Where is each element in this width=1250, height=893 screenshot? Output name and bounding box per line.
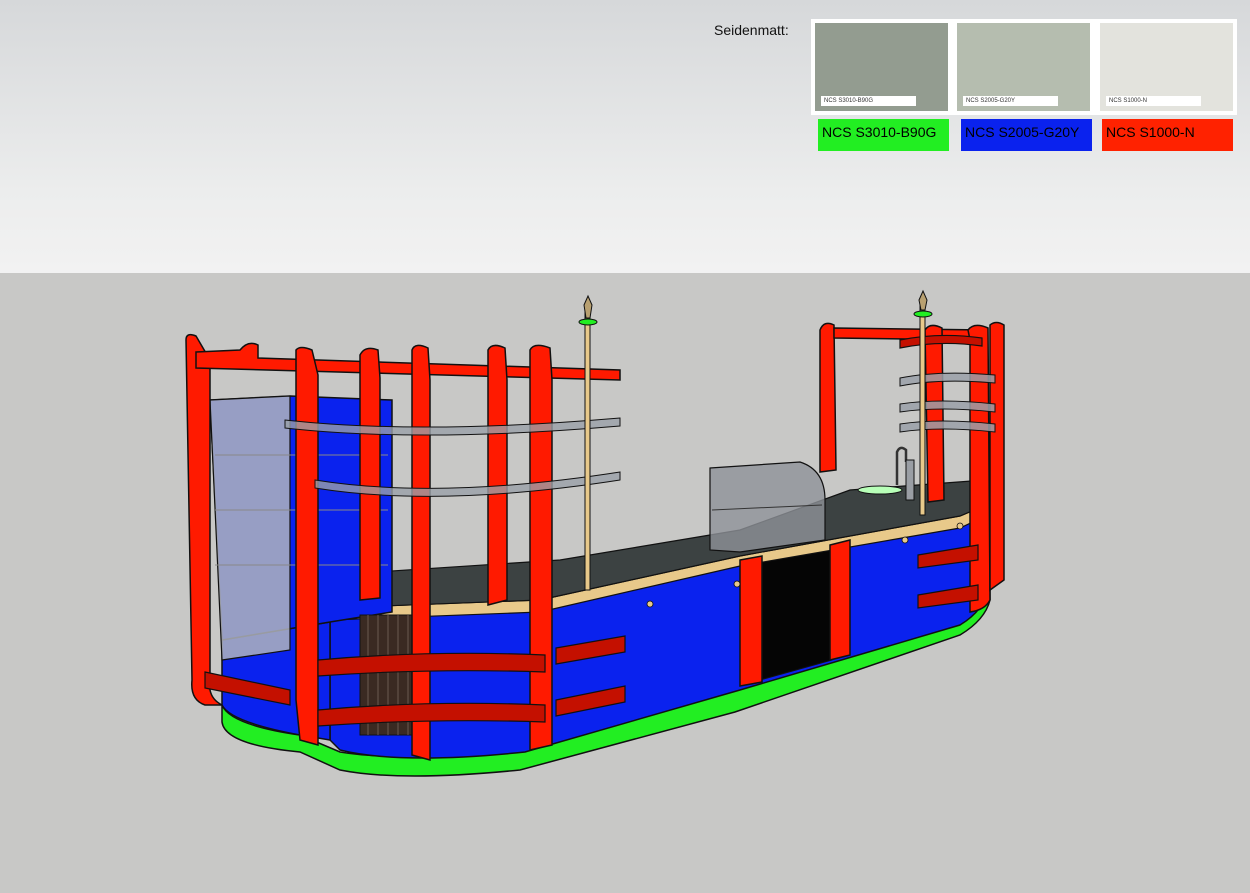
code-label-s3010: NCS S3010-B90G	[818, 119, 949, 151]
door-opening	[759, 545, 833, 681]
swatch-s2005: NCS S2005-G20Y	[957, 23, 1090, 111]
pole-left	[578, 294, 598, 591]
code-label-s2005: NCS S2005-G20Y	[961, 119, 1092, 151]
swatch-s3010: NCS S3010-B90G	[815, 23, 948, 111]
faucet	[895, 446, 908, 485]
glass-shelves-right	[899, 372, 996, 433]
legend-title: Seidenmatt:	[714, 22, 789, 38]
swatch-panel: NCS S3010-B90G NCS S2005-G20Y NCS S1000-…	[811, 19, 1237, 115]
swatch-s1000: NCS S1000-N	[1100, 23, 1233, 111]
swatch-label: NCS S2005-G20Y	[963, 96, 1058, 106]
swatch-label: NCS S1000-N	[1106, 96, 1201, 106]
swatch-label: NCS S3010-B90G	[821, 96, 916, 106]
code-label-s1000: NCS S1000-N	[1102, 119, 1233, 151]
